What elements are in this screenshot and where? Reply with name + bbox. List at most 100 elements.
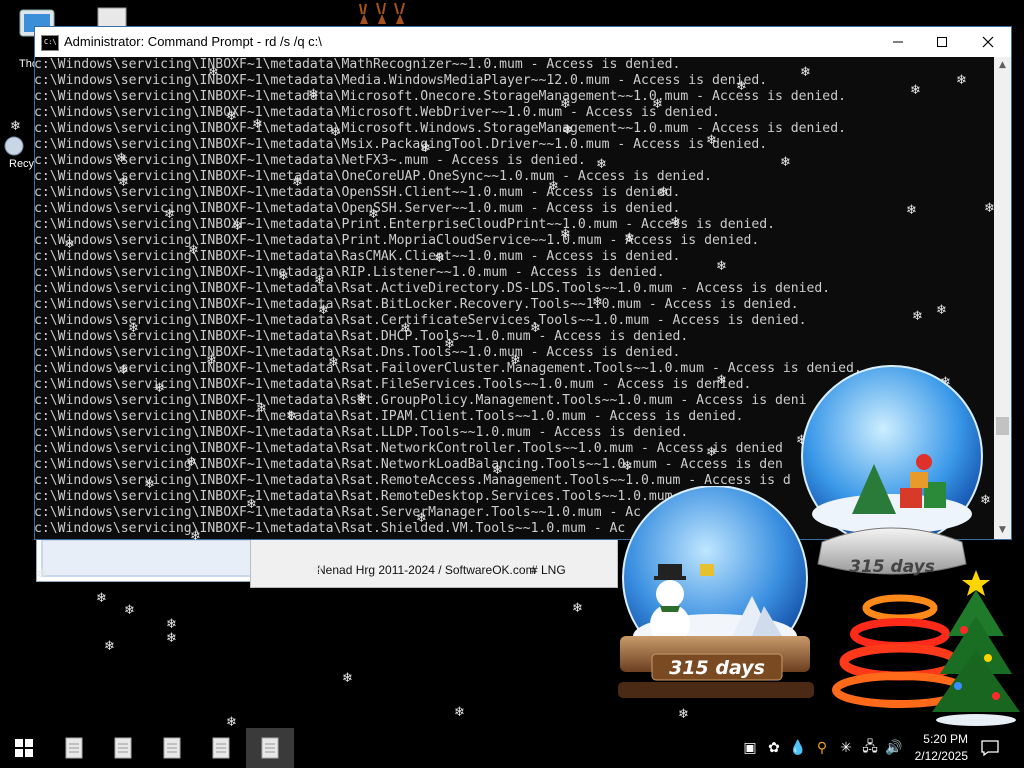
cmd-app-icon[interactable]: C:\	[41, 35, 59, 51]
snowflake-icon: ❄	[510, 353, 521, 368]
tray-search-icon[interactable]: ⚲	[812, 738, 832, 758]
snowflake-icon: ❄	[186, 455, 197, 470]
snowflake-icon: ❄	[444, 337, 455, 352]
tray-app-icon[interactable]: ▣	[740, 738, 760, 758]
tray-snowflake-icon[interactable]: ✳	[836, 738, 856, 758]
notification-center-icon[interactable]	[980, 738, 1000, 758]
snowflake-icon: ❄	[592, 295, 603, 310]
console-text[interactable]: c:\Windows\servicing\INBOXF~1\metadata\M…	[35, 57, 862, 537]
scroll-down-arrow-icon[interactable]: ▼	[994, 522, 1011, 539]
snowflake-icon: ❄	[312, 563, 323, 578]
snowflake-icon: ❄	[562, 123, 573, 138]
snowflake-icon: ❄	[596, 157, 607, 172]
left-globe-days-counter: 315 days	[669, 657, 765, 679]
christmas-tree-icon	[932, 570, 1020, 726]
snowflake-icon: ❄	[286, 409, 297, 424]
snowflake-icon: ❄	[622, 459, 633, 474]
snowflake-icon: ❄	[984, 201, 995, 216]
system-clock[interactable]: 5:20 PM 2/12/2025	[915, 731, 968, 765]
close-icon	[982, 36, 994, 48]
snowflake-icon: ❄	[706, 445, 717, 460]
snowflake-icon: ❄	[190, 529, 201, 544]
taskbar-app-4[interactable]	[197, 728, 245, 768]
snowflake-icon: ❄	[716, 259, 727, 274]
snowflake-icon: ❄	[400, 321, 411, 336]
language-link[interactable]: # LNG	[531, 563, 566, 577]
taskbar-app-5-active[interactable]	[246, 728, 294, 768]
tray-drop-icon[interactable]: 💧	[788, 738, 808, 758]
snowflake-icon: ❄	[658, 185, 669, 200]
tray-people-icon[interactable]: ✿	[764, 738, 784, 758]
taskbar-app-3[interactable]	[148, 728, 196, 768]
snowflake-icon: ❄	[706, 133, 717, 148]
snowflake-icon: ❄	[652, 97, 663, 112]
snowflake-icon: ❄	[118, 175, 129, 190]
snowflake-icon: ❄	[936, 303, 947, 318]
snowflake-icon: ❄	[736, 79, 747, 94]
window-title: Administrator: Command Prompt - rd /s /q…	[64, 34, 322, 49]
close-button[interactable]	[965, 27, 1011, 57]
snowflake-icon: ❄	[492, 463, 503, 478]
snowflake-icon: ❄	[208, 65, 219, 80]
snowflake-icon: ❄	[278, 269, 289, 284]
snowflake-icon: ❄	[144, 477, 155, 492]
snowflake-icon: ❄	[116, 151, 127, 166]
document-icon	[212, 737, 230, 759]
snowflake-icon: ❄	[314, 273, 325, 288]
snowflake-icon: ❄	[128, 321, 139, 336]
snowflake-icon: ❄	[530, 321, 541, 336]
taskbar-app-1[interactable]	[50, 728, 98, 768]
snowflake-icon: ❄	[124, 603, 135, 618]
presents-snow-globe[interactable]: 315 days	[796, 364, 996, 590]
reindeer-icon	[359, 2, 405, 24]
app-credit-text[interactable]: Nenad Hrg 2011-2024 / SoftwareOK.com	[317, 563, 536, 577]
taskbar: ▣ ✿ 💧 ⚲ ✳ 🖧 🔊 5:20 PM 2/12/2025	[0, 728, 1024, 768]
snowflake-icon: ❄	[10, 119, 21, 134]
scrollbar-thumb[interactable]	[996, 417, 1009, 435]
snowflake-icon: ❄	[154, 381, 165, 396]
snowflake-icon: ❄	[232, 219, 243, 234]
document-icon	[114, 737, 132, 759]
snowflake-icon: ❄	[328, 355, 339, 370]
minimize-button[interactable]	[875, 27, 921, 57]
snowflake-icon: ❄	[36, 567, 47, 582]
snowflake-icon: ❄	[716, 373, 727, 388]
snowflake-icon: ❄	[434, 251, 445, 266]
snowflake-icon: ❄	[780, 155, 791, 170]
title-bar[interactable]: C:\ Administrator: Command Prompt - rd /…	[35, 27, 1011, 57]
snowflake-icon: ❄	[560, 227, 571, 242]
right-globe-days-counter: 315 days	[849, 557, 935, 577]
snowflake-icon: ❄	[318, 303, 329, 318]
snowflake-icon: ❄	[206, 353, 217, 368]
document-icon	[163, 737, 181, 759]
snowflake-icon: ❄	[188, 243, 199, 258]
volume-icon[interactable]: 🔊	[884, 738, 904, 758]
taskbar-app-2[interactable]	[99, 728, 147, 768]
vertical-scrollbar[interactable]: ▲ ▼	[994, 57, 1011, 539]
snowflake-icon: ❄	[342, 671, 353, 686]
maximize-button[interactable]	[919, 27, 965, 57]
snowflake-icon: ❄	[454, 705, 465, 720]
snowflake-icon: ❄	[166, 617, 177, 632]
start-button[interactable]	[0, 728, 48, 768]
snowflake-icon: ❄	[800, 65, 811, 80]
snowflake-icon: ❄	[670, 215, 681, 230]
document-icon	[261, 737, 279, 759]
desktop-label-recycle-bin: Recy	[9, 158, 35, 170]
snowflake-icon: ❄	[560, 97, 571, 112]
snowflake-icon: ❄	[906, 203, 917, 218]
clock-date: 2/12/2025	[914, 749, 968, 763]
snowflake-icon: ❄	[572, 601, 583, 616]
snowman-snow-globe[interactable]: 315 days	[612, 486, 822, 706]
scroll-up-arrow-icon[interactable]: ▲	[994, 57, 1011, 74]
file-icon[interactable]	[96, 6, 132, 29]
background-app-window[interactable]: Nenad Hrg 2011-2024 / SoftwareOK.com # L…	[250, 536, 618, 588]
snowflake-icon: ❄	[548, 179, 559, 194]
snowflake-icon: ❄	[678, 707, 689, 722]
snowflake-icon: ❄	[292, 175, 303, 190]
snowflake-icon: ❄	[956, 73, 967, 88]
snowflake-icon: ❄	[420, 141, 431, 156]
recycle-bin-icon[interactable]	[2, 134, 30, 158]
snowflake-icon: ❄	[368, 207, 379, 222]
network-icon[interactable]: 🖧	[860, 738, 880, 758]
